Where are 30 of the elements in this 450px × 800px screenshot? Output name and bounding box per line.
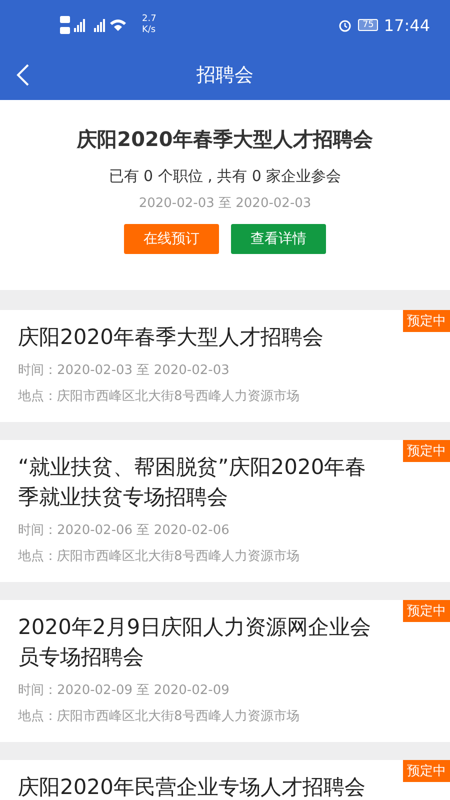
fair-title: 2020年2月9日庆阳人力资源网企业会员专场招聘会 xyxy=(18,614,372,671)
fair-list-item[interactable]: 预定中 2020年2月9日庆阳人力资源网企业会员专场招聘会 时间：2020-02-09 至 2020-02-09 地点：庆阳市西峰区北大街8号西峰人力资源市场 xyxy=(0,600,450,742)
fair-time: 时间：2020-02-06 至 2020-02-06 xyxy=(18,522,230,540)
fair-list-item[interactable]: 预定中 “就业扶贫、帮困脱贫”庆阳2020年春季就业扶贫专场招聘会 时间：2020-02-06 至 2020-02-06 地点：庆阳市西峰区北大街8号西峰人力资源市场 xyxy=(0,440,450,582)
status-badge: 预定中 xyxy=(403,600,450,622)
battery-level: 75 xyxy=(358,19,378,31)
fair-title: 庆阳2020年春季大型人才招聘会 xyxy=(77,126,373,153)
fair-location: 地点：庆阳市西峰区北大街8号西峰人力资源市场 xyxy=(18,548,300,566)
status-badge: 预定中 xyxy=(403,310,450,332)
fair-location: 地点：庆阳市西峰区北大街8号西峰人力资源市场 xyxy=(18,388,300,406)
back-button[interactable] xyxy=(16,63,30,87)
fair-title: “就业扶贫、帮困脱贫”庆阳2020年春季就业扶贫专场招聘会 xyxy=(18,454,368,511)
network-speed: 2.7 xyxy=(142,14,156,25)
fair-list-item[interactable]: 预定中 庆阳2020年春季大型人才招聘会 时间：2020-02-03 至 2020-02-03 地点：庆阳市西峰区北大街8号西峰人力资源市场 xyxy=(0,310,450,422)
fair-summary: 已有 0 个职位 , 共有 0 家企业参会 xyxy=(108,167,342,186)
fair-list-item[interactable]: 预定中 庆阳2020年民营企业专场人才招聘会 xyxy=(0,760,450,800)
fair-dates: 2020-02-03 至 2020-02-03 xyxy=(138,195,312,212)
clock-time: 17:44 xyxy=(384,16,430,34)
fair-title: 庆阳2020年春季大型人才招聘会 xyxy=(18,324,324,351)
fair-location: 地点：庆阳市西峰区北大街8号西峰人力资源市场 xyxy=(18,708,300,726)
fair-time: 时间：2020-02-03 至 2020-02-03 xyxy=(18,362,230,380)
status-badge: 预定中 xyxy=(403,760,450,782)
fair-title: 庆阳2020年民营企业专场人才招聘会 xyxy=(18,774,366,800)
fair-time: 时间：2020-02-09 至 2020-02-09 xyxy=(18,682,230,700)
status-badge: 预定中 xyxy=(403,440,450,462)
view-details-button[interactable]: 查看详情 xyxy=(231,224,326,254)
alarm-clock-icon xyxy=(338,18,352,32)
back-icon xyxy=(16,63,30,87)
page-title: 招聘会 xyxy=(196,63,254,88)
network-unit: K/s xyxy=(142,25,156,36)
